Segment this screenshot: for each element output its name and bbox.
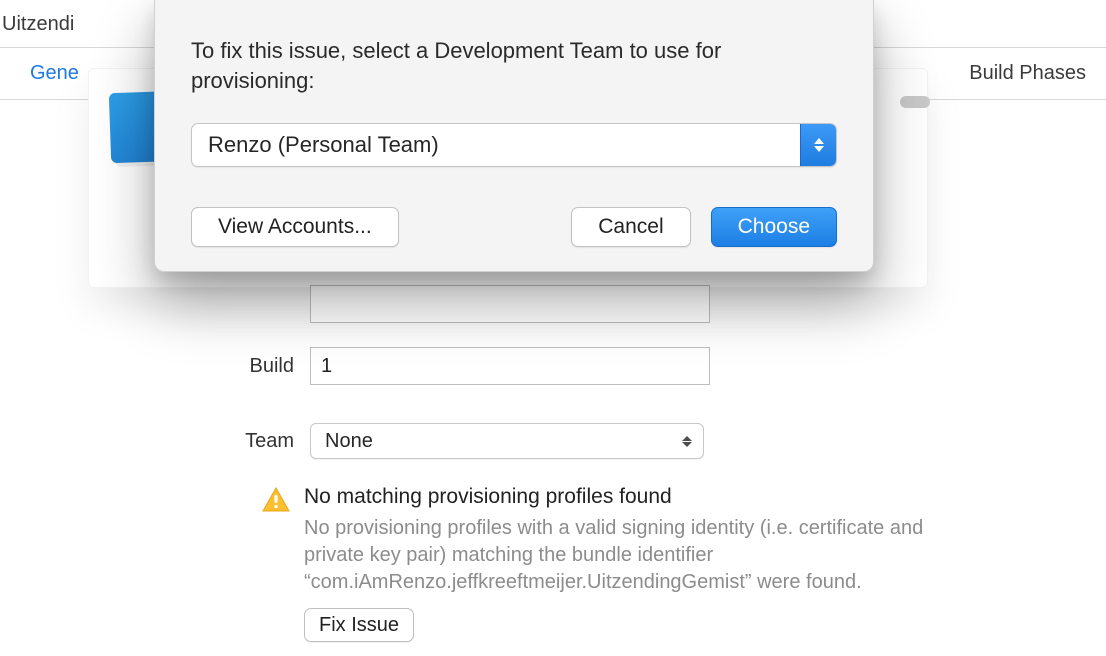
chevron-updown-icon bbox=[800, 124, 836, 166]
fix-issue-button[interactable]: Fix Issue bbox=[304, 608, 414, 642]
identity-form: B Version Build Team None No matching pr… bbox=[0, 228, 1106, 642]
tab-build-phases[interactable]: Build Phases bbox=[959, 52, 1096, 95]
team-select[interactable]: None bbox=[310, 423, 704, 459]
version-input[interactable] bbox=[310, 285, 710, 323]
development-team-value: Renzo (Personal Team) bbox=[208, 132, 439, 158]
dialog-buttons: View Accounts... Cancel Choose bbox=[191, 207, 837, 247]
chevron-updown-icon bbox=[681, 436, 693, 447]
scroll-thumb[interactable] bbox=[900, 96, 930, 108]
warning-text: No matching provisioning profiles found … bbox=[304, 485, 982, 642]
provisioning-warning: No matching provisioning profiles found … bbox=[262, 485, 982, 642]
build-label: Build bbox=[180, 355, 310, 378]
build-row: Build bbox=[180, 347, 1106, 385]
fix-issue-label: Fix Issue bbox=[319, 614, 399, 637]
view-accounts-label: View Accounts... bbox=[218, 215, 372, 239]
choose-label: Choose bbox=[738, 215, 810, 239]
build-input[interactable] bbox=[310, 347, 710, 385]
cancel-label: Cancel bbox=[598, 215, 663, 239]
team-select-value: None bbox=[325, 430, 373, 453]
development-team-select[interactable]: Renzo (Personal Team) bbox=[191, 123, 837, 167]
dialog-message: To fix this issue, select a Development … bbox=[191, 36, 837, 95]
team-row: Team None bbox=[180, 423, 1106, 459]
version-row: Version bbox=[180, 285, 1106, 323]
project-name: Uitzendi bbox=[0, 3, 86, 44]
tab-general[interactable]: Gene bbox=[20, 52, 89, 95]
cancel-button[interactable]: Cancel bbox=[571, 207, 690, 247]
warning-title: No matching provisioning profiles found bbox=[304, 485, 982, 509]
warning-triangle-icon bbox=[262, 487, 290, 642]
fix-issue-dialog: To fix this issue, select a Development … bbox=[154, 0, 874, 272]
choose-button[interactable]: Choose bbox=[711, 207, 837, 247]
view-accounts-button[interactable]: View Accounts... bbox=[191, 207, 399, 247]
warning-body: No provisioning profiles with a valid si… bbox=[304, 515, 982, 596]
team-label: Team bbox=[180, 430, 310, 453]
